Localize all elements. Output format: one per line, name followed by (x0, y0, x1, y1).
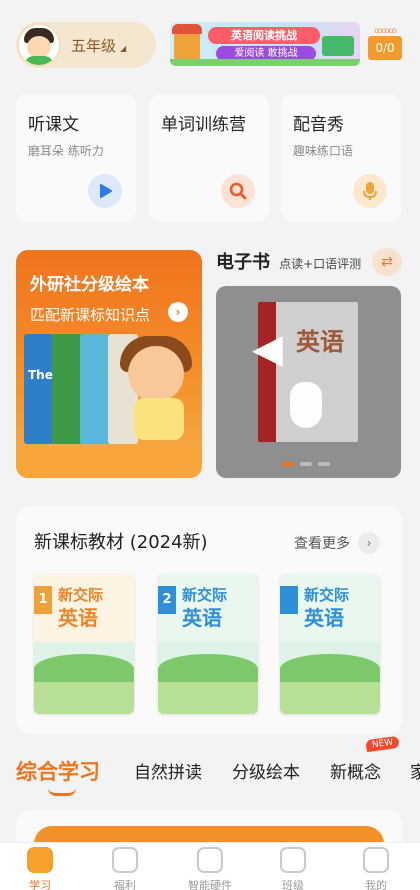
graded-picture-books-card[interactable]: 外研社分级绘本 匹配新课标知识点 › The (16, 250, 202, 478)
house-illustration (174, 30, 200, 60)
tab-more[interactable]: 家 (410, 758, 420, 783)
reading-challenge-banner[interactable]: 英语阅读挑战 爱阅读 敢挑战 (170, 22, 360, 66)
feature-card-dubbing[interactable]: 配音秀 趣味练口语 (281, 94, 401, 222)
ribbon-illustration (322, 36, 354, 56)
book-title-line2: 英语 (182, 606, 222, 630)
swap-icon[interactable]: ⇄ (372, 248, 402, 276)
cover-illustration (280, 642, 380, 714)
chevron-right-icon: › (358, 532, 380, 554)
kid-face-illustration (128, 346, 184, 402)
book-illustration (24, 334, 54, 444)
avatar[interactable] (17, 23, 61, 67)
nav-item-smart-hardware[interactable]: 智能硬件 (180, 847, 240, 890)
carousel-indicator (282, 462, 330, 466)
volume-badge (280, 586, 298, 614)
profile-icon (363, 847, 389, 873)
cover-title: 英语 (296, 328, 344, 356)
active-tab-indicator (48, 788, 76, 796)
nav-item-benefits[interactable]: 福利 (95, 847, 155, 890)
tap-hand-icon (290, 382, 322, 428)
play-icon[interactable] (88, 174, 122, 208)
section-title: 新课标教材 (2024新) (34, 532, 208, 553)
ebook-title: 电子书 (216, 252, 270, 273)
progress-counter[interactable]: ꝏꝏꝏ 0/0 (368, 26, 402, 62)
ebook-subtitle: 点读+口语评测 (279, 257, 362, 271)
study-icon (27, 847, 53, 873)
feature-subtitle: 趣味练口语 (293, 144, 354, 158)
nav-item-study[interactable]: 学习 (10, 847, 70, 890)
textbooks-section: 新课标教材 (2024新) 查看更多 › 1 新交际 英语 2 新交际 英语 新… (16, 506, 402, 734)
new-badge: NEW (365, 735, 401, 753)
cover-illustration (158, 642, 258, 714)
bag-icon (112, 847, 138, 873)
book-title-line2: 英语 (58, 606, 98, 630)
textbook-item[interactable]: 新交际 英语 (280, 574, 380, 714)
calendar-rings-icon: ꝏꝏꝏ (374, 26, 396, 35)
grass-illustration (170, 59, 360, 66)
nav-label: 班级 (282, 879, 304, 890)
ebook-card[interactable]: 英语 ◀ (216, 286, 401, 478)
search-icon[interactable] (221, 174, 255, 208)
book-illustration (80, 334, 110, 444)
feature-card-listen[interactable]: 听课文 磨耳朵 练听力 (16, 94, 136, 222)
volume-badge: 2 (158, 586, 176, 614)
dropdown-arrow-icon: ◢ (120, 43, 127, 53)
bottom-navigation: 学习 福利 智能硬件 班级 我的 (0, 842, 420, 890)
nav-label: 福利 (114, 879, 136, 890)
tab-phonics[interactable]: 自然拼读 (134, 758, 202, 783)
view-more-label: 查看更多 (294, 536, 350, 552)
textbook-item[interactable]: 1 新交际 英语 (34, 574, 134, 714)
feature-title: 配音秀 (293, 115, 344, 135)
grade-label: 五年级 (71, 36, 117, 55)
tab-graded-readers[interactable]: 分级绘本 (232, 758, 300, 783)
grade-selector[interactable]: 五年级 ◢ (16, 22, 156, 68)
swipe-left-arrow-icon: ◀ (252, 326, 283, 372)
nav-item-profile[interactable]: 我的 (346, 847, 406, 890)
view-more-link[interactable]: 查看更多 › (294, 532, 380, 554)
promo-subtitle: 匹配新课标知识点 (30, 306, 151, 324)
promo-title: 外研社分级绘本 (30, 275, 149, 295)
carousel-dot[interactable] (282, 462, 294, 466)
pen-icon (197, 847, 223, 873)
feature-card-words[interactable]: 单词训练营 (149, 94, 269, 222)
carousel-dot[interactable] (318, 462, 330, 466)
book-title-line2: 英语 (304, 606, 344, 630)
category-tabs: 综合学习 自然拼读 分级绘本 新概念 NEW 家 (0, 735, 420, 800)
carousel-dot[interactable] (300, 462, 312, 466)
feature-title: 单词训练营 (161, 115, 246, 135)
play-circle-icon (280, 847, 306, 873)
book-label: The (28, 368, 53, 382)
kid-body-illustration (134, 398, 184, 440)
floor-illustration (16, 448, 202, 478)
cover-illustration (34, 642, 134, 714)
book-illustration (52, 334, 82, 444)
header: 五年级 ◢ 英语阅读挑战 爱阅读 敢挑战 ꝏꝏꝏ 0/0 (0, 0, 420, 88)
banner-title: 英语阅读挑战 (208, 27, 320, 44)
microphone-icon[interactable] (353, 174, 387, 208)
textbook-item[interactable]: 2 新交际 英语 (158, 574, 258, 714)
volume-badge: 1 (34, 586, 52, 614)
nav-label: 我的 (365, 879, 387, 890)
feature-title: 听课文 (28, 115, 79, 135)
feature-subtitle: 磨耳朵 练听力 (28, 144, 104, 158)
chevron-right-icon[interactable]: › (168, 302, 188, 322)
tab-new-concept[interactable]: 新概念 (330, 758, 381, 783)
nav-item-class[interactable]: 班级 (263, 847, 323, 890)
nav-label: 智能硬件 (188, 879, 232, 890)
tab-comprehensive[interactable]: 综合学习 (16, 756, 100, 786)
roof-illustration (172, 24, 202, 34)
counter-value: 0/0 (368, 36, 402, 60)
nav-label: 学习 (29, 879, 51, 890)
